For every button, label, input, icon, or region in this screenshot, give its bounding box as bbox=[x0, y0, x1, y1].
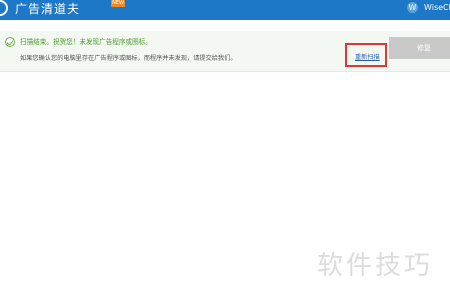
watermark-text: 软件技巧 bbox=[317, 251, 434, 281]
app-window: 广告清道夫 NEW W WiseCle 扫描结束。祝贺您！未发现广告程序或图标。… bbox=[0, 0, 450, 302]
check-icon bbox=[5, 37, 15, 47]
scan-result-description: 如果您确认您的电脑里存在广告程序或图标，而程序并未发现，请提交给我们。 bbox=[20, 55, 237, 62]
rescan-link[interactable]: 重新扫描 bbox=[355, 54, 380, 62]
repair-button[interactable]: 修复 bbox=[389, 37, 450, 59]
app-title: 广告清道夫 bbox=[15, 2, 81, 16]
title-bar: 广告清道夫 NEW W WiseCle bbox=[0, 0, 450, 20]
scan-result-title: 扫描结束。祝贺您！未发现广告程序或图标。 bbox=[20, 38, 152, 46]
brand-logo-icon: W bbox=[407, 2, 418, 13]
app-logo-icon bbox=[0, 0, 8, 16]
new-badge: NEW bbox=[111, 0, 125, 7]
brand-name[interactable]: WiseCle bbox=[424, 3, 450, 13]
